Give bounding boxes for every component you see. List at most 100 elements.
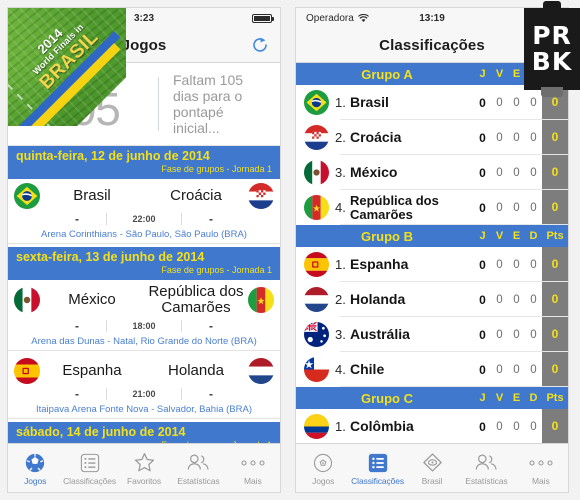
column-header-pts: Pts (546, 230, 564, 242)
tab-right-4[interactable]: Mais (514, 450, 568, 486)
left-tab-bar[interactable]: Jogos Classificações Favoritos Estatísticas… (8, 443, 280, 492)
tab-label: Favoritos (126, 476, 162, 486)
home-score: - (75, 212, 79, 226)
team-losses: 0 (530, 166, 537, 179)
tab-label: Classificações (351, 476, 405, 486)
standings-row[interactable]: 3. Austrália 0 0 0 0 0 (296, 317, 568, 352)
match-row[interactable]: México República dos Camarões - 18:00 - Arena… (8, 280, 280, 354)
left-status-right (252, 13, 274, 23)
watermark-line-2: BK (531, 47, 573, 76)
screenshot-stage: 3:23 Jogos 105 Faltam 105 dias para o po… (0, 0, 580, 500)
standings-list[interactable]: Grupo AJVEDPts1.Brasil000002.Croácia0000… (296, 63, 568, 445)
standings-row[interactable]: 1. Brasil 0 0 0 0 0 (296, 85, 568, 120)
team-draws: 0 (513, 293, 520, 306)
team-draws: 0 (513, 420, 520, 433)
home-flag (14, 287, 40, 313)
match-teams: Espanha Holanda (8, 358, 280, 384)
match-kickoff-time: 22:00 (106, 213, 182, 225)
team-played: 0 (479, 362, 486, 377)
tab-right-0[interactable]: Jogos (296, 450, 350, 486)
tab-right-3[interactable]: Estatísticas (459, 450, 513, 486)
tab-right-1[interactable]: Classificações (350, 450, 404, 486)
diamond-eye-icon (405, 450, 459, 475)
team-played: 0 (479, 165, 486, 180)
team-wins: 0 (496, 363, 503, 376)
team-name: Brasil (350, 94, 389, 110)
team-played: 0 (479, 130, 486, 145)
team-name: Colômbia (350, 418, 414, 434)
team-points: 0 (542, 247, 568, 282)
standings-row[interactable]: 2. Croácia 0 0 0 0 0 (296, 120, 568, 155)
column-header-d: D (529, 230, 538, 242)
standings-row[interactable]: 1. Colômbia 0 0 0 0 0 (296, 409, 568, 444)
team-points: 0 (542, 155, 568, 190)
team-wins: 0 (496, 96, 503, 109)
away-score: - (209, 212, 213, 226)
team-flag (304, 90, 329, 115)
standings-row[interactable]: 4. República dos Camarões 0 0 0 0 0 (296, 190, 568, 225)
more-dots-icon (514, 450, 568, 475)
tab-label: Mais (532, 476, 550, 486)
tab-left-3[interactable]: Estatísticas (171, 450, 225, 486)
standings-row[interactable]: 1. Espanha 0 0 0 0 0 (296, 247, 568, 282)
tab-right-2[interactable]: Brasil (405, 450, 459, 486)
croatia-flag (248, 183, 274, 209)
team-name: República dos Camarões (350, 192, 439, 222)
column-header-e: E (512, 68, 521, 80)
soccer-ball-icon (8, 450, 62, 475)
standings-page-title: Classificações (379, 36, 485, 54)
column-header-v: V (495, 392, 504, 404)
match-venue: Itaipava Arena Fonte Nova - Salvador, Ba… (8, 403, 280, 419)
tab-label: Brasil (421, 476, 443, 486)
team-wins: 0 (496, 131, 503, 144)
away-team-name: Holanda (168, 362, 224, 379)
tab-label: Jogos (24, 476, 47, 486)
match-venue: Arena das Dunas - Natal, Rio Grande do N… (8, 335, 280, 351)
column-header-j: J (479, 392, 486, 404)
tab-left-0[interactable]: Jogos (8, 450, 62, 486)
page-title: Jogos (121, 36, 167, 54)
team-points: 0 (542, 190, 568, 225)
colombia-flag (304, 414, 329, 439)
team-name: Espanha (350, 256, 409, 272)
tab-left-2[interactable]: Favoritos (117, 450, 171, 486)
brazil-flag (304, 90, 329, 115)
mexico-flag (304, 160, 329, 185)
tab-left-1[interactable]: Classificações (62, 450, 116, 486)
team-position: 2. (335, 292, 346, 307)
team-wins: 0 (496, 258, 503, 271)
match-row[interactable]: Espanha Holanda - 21:00 - Itaipava Arena Font… (8, 354, 280, 422)
match-list[interactable]: quinta-feira, 12 de junho de 2014 Fase de… (8, 146, 280, 446)
column-header-j: J (479, 230, 486, 242)
team-position: 4. (335, 200, 346, 215)
team-draws: 0 (513, 131, 520, 144)
team-losses: 0 (530, 328, 537, 341)
tab-left-4[interactable]: Mais (226, 450, 280, 486)
team-losses: 0 (530, 201, 537, 214)
team-losses: 0 (530, 363, 537, 376)
more-dots-icon (226, 450, 280, 475)
team-position: 1. (335, 95, 346, 110)
team-position: 1. (335, 257, 346, 272)
match-day-subtitle: Fase de grupos - Jornada 1 (161, 164, 272, 174)
cameroon-flag (304, 195, 329, 220)
standings-row[interactable]: 4. Chile 0 0 0 0 0 (296, 352, 568, 387)
standings-row[interactable]: 3. México 0 0 0 0 0 (296, 155, 568, 190)
team-position: 3. (335, 327, 346, 342)
team-losses: 0 (530, 420, 537, 433)
match-score-row: - 18:00 - (8, 316, 280, 335)
team-wins: 0 (496, 420, 503, 433)
croatia-flag (304, 125, 329, 150)
team-wins: 0 (496, 293, 503, 306)
match-day-subtitle: Fase de grupos - Jornada 1 (161, 265, 272, 275)
right-tab-bar[interactable]: Jogos Classificações Brasil Estatísticas Mai… (296, 443, 568, 492)
group-name: Grupo A (361, 66, 413, 82)
refresh-icon[interactable] (250, 35, 270, 55)
team-points: 0 (542, 409, 568, 444)
watermark-line-1: PR (532, 21, 572, 50)
team-name: Chile (350, 361, 385, 377)
countdown-text: Faltam 105 dias para o pontapé inicial..… (173, 72, 244, 136)
match-row[interactable]: Brasil Croácia - 22:00 - Arena Corinthians - … (8, 179, 280, 247)
team-flag (304, 287, 329, 312)
standings-row[interactable]: 2. Holanda 0 0 0 0 0 (296, 282, 568, 317)
